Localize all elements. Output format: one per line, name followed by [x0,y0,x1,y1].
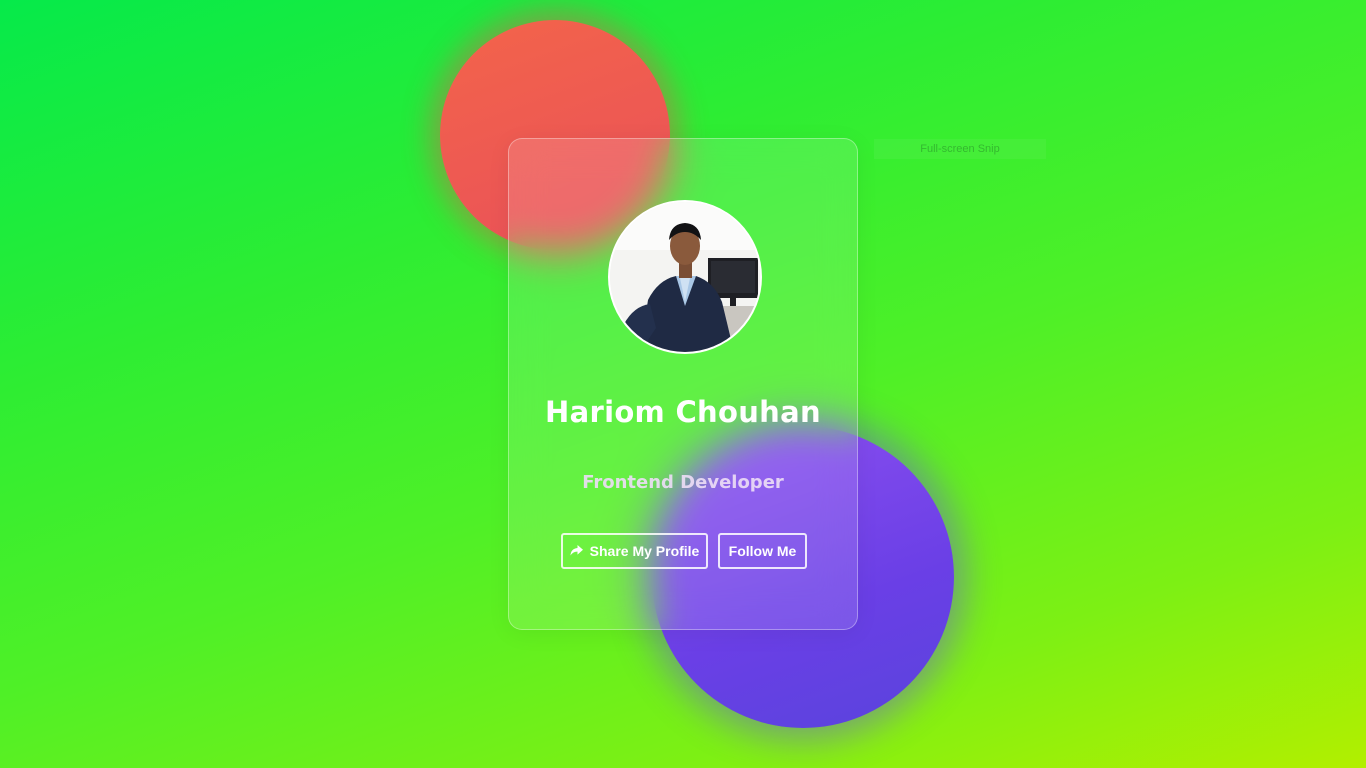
profile-photo [610,202,760,352]
profile-card: Hariom Chouhan Frontend Developer Share … [508,138,858,630]
profile-name: Hariom Chouhan [545,395,821,429]
follow-me-button[interactable]: Follow Me [718,533,807,569]
share-profile-button[interactable]: Share My Profile [561,533,708,569]
share-profile-label: Share My Profile [589,543,700,559]
profile-role: Frontend Developer [582,472,784,493]
avatar [608,200,762,354]
snip-overlay-label: Full-screen Snip [874,139,1046,159]
share-arrow-icon [570,543,583,559]
